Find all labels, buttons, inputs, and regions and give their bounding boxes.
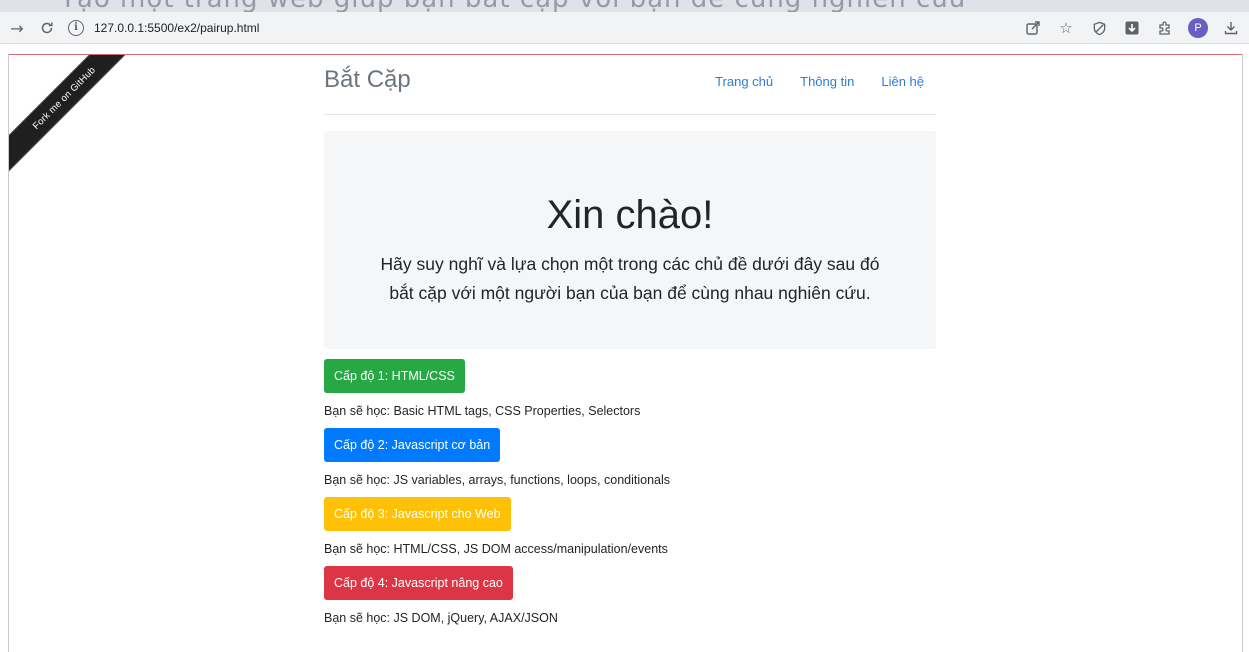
jumbotron-text-line-2: bắt cặp với một người bạn của bạn để cùn…: [389, 283, 871, 303]
star-icon[interactable]: ☆: [1056, 18, 1076, 38]
browser-toolbar: → i 127.0.0.1:5500/ex2/pairup.html ☆ P: [0, 12, 1249, 44]
back-icon[interactable]: →: [6, 17, 28, 39]
puzzle-icon[interactable]: [1155, 18, 1175, 38]
site-nav: Trang chủ Thông tin Liên hệ: [688, 74, 924, 89]
reload-icon[interactable]: [36, 17, 58, 39]
github-ribbon-band[interactable]: Fork me on GitHub: [9, 55, 129, 175]
shield-icon[interactable]: [1089, 18, 1109, 38]
address-bar[interactable]: i 127.0.0.1:5500/ex2/pairup.html: [68, 16, 1068, 40]
site-header: Bắt Cặp Trang chủ Thông tin Liên hệ: [324, 55, 936, 115]
level-4-description: Bạn sẽ học: JS DOM, jQuery, AJAX/JSON: [324, 611, 558, 625]
nav-link-home[interactable]: Trang chủ: [715, 74, 773, 89]
level-1-description: Bạn sẽ học: Basic HTML tags, CSS Propert…: [324, 404, 641, 418]
extension-download-icon[interactable]: [1122, 18, 1142, 38]
level-1-button[interactable]: Cấp độ 1: HTML/CSS: [324, 359, 465, 393]
cropped-heading-text: Tạo một trang web giúp bạn bắt cặp với b…: [60, 0, 966, 12]
nav-link-about[interactable]: Thông tin: [800, 74, 854, 89]
page-right-border: [1242, 54, 1243, 652]
site-info-icon[interactable]: i: [68, 20, 84, 36]
level-list: Cấp độ 1: HTML/CSS Bạn sẽ học: Basic HTM…: [324, 359, 936, 626]
profile-avatar[interactable]: P: [1188, 18, 1208, 38]
level-4-button[interactable]: Cấp độ 4: Javascript nâng cao: [324, 566, 513, 600]
share-icon[interactable]: [1023, 18, 1043, 38]
level-3-description: Bạn sẽ học: HTML/CSS, JS DOM access/mani…: [324, 542, 668, 556]
level-2-description: Bạn sẽ học: JS variables, arrays, functi…: [324, 473, 671, 487]
avatar[interactable]: P: [1188, 18, 1208, 38]
github-ribbon-label[interactable]: Fork me on GitHub: [31, 65, 98, 132]
level-3-button[interactable]: Cấp độ 3: Javascript cho Web: [324, 497, 511, 531]
jumbotron-title: Xin chào!: [546, 193, 714, 237]
browser-tab-strip: Tạo một trang web giúp bạn bắt cặp với b…: [0, 0, 1249, 12]
level-2-button[interactable]: Cấp độ 2: Javascript cơ bản: [324, 428, 501, 462]
site-brand[interactable]: Bắt Cặp: [324, 66, 411, 94]
nav-link-contact[interactable]: Liên hệ: [881, 74, 924, 89]
github-ribbon[interactable]: Fork me on GitHub: [9, 55, 129, 175]
jumbotron: Xin chào! Hãy suy nghĩ và lựa chọn một t…: [324, 131, 936, 349]
page-container: Bắt Cặp Trang chủ Thông tin Liên hệ Xin …: [324, 55, 936, 635]
download-icon[interactable]: [1221, 18, 1241, 38]
jumbotron-text-line-1: Hãy suy nghĩ và lựa chọn một trong các c…: [380, 254, 880, 274]
address-url[interactable]: 127.0.0.1:5500/ex2/pairup.html: [94, 21, 259, 35]
